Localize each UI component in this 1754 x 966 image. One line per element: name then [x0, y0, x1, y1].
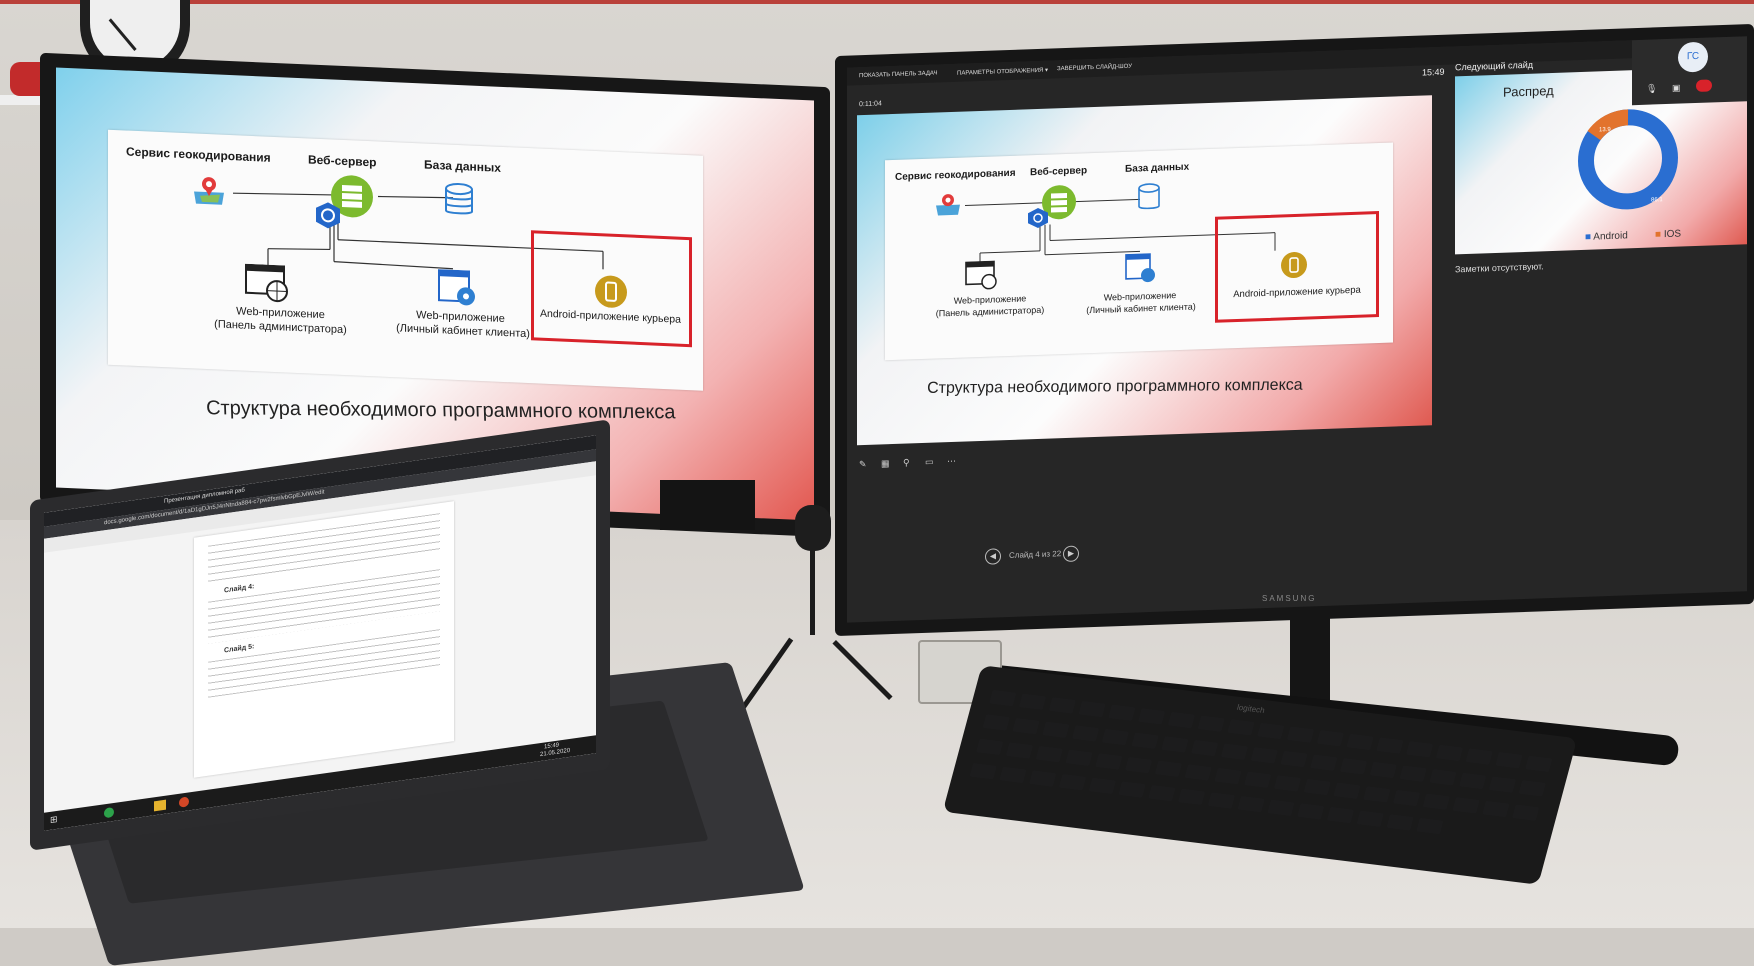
donut-chart: 13.9 86.1: [1578, 109, 1678, 210]
timer-readout: 0:11:04: [859, 100, 882, 109]
clock-readout: 15:49: [1422, 66, 1445, 78]
powerpoint-taskbar-icon[interactable]: [179, 796, 189, 808]
ios-value-label: 13.9: [1599, 127, 1611, 133]
end-show-button[interactable]: ЗАВЕРШИТЬ СЛАЙД-ШОУ: [1057, 64, 1132, 73]
more-options-icon[interactable]: ⋯: [947, 456, 956, 467]
zoom-icon[interactable]: ⚲: [903, 457, 910, 468]
caption-android: Android-приложение курьера: [539, 307, 681, 326]
current-slide: Сервис геокодирования Веб-сервер База да…: [857, 95, 1432, 446]
current-slide-diagram-panel: Сервис геокодирования Веб-сервер База да…: [885, 142, 1393, 361]
current-android-highlight-box: Android-приложение курьера: [1215, 211, 1379, 323]
doc-heading-slide-4: Слайд 4:: [224, 583, 255, 595]
current-admin-app-icon: [965, 260, 999, 296]
participant-avatar: ГС: [1678, 41, 1708, 73]
mute-icon[interactable]: 🎙: [1646, 83, 1657, 94]
current-caption-android: Android-приложение курьера: [1233, 284, 1361, 301]
web-server-gear-icon: [314, 201, 342, 235]
top-edge-strip: [0, 0, 1754, 4]
android-value-label: 86.1: [1651, 197, 1663, 203]
legend-ios: ■ IOS: [1655, 228, 1682, 241]
map-pin-icon: [192, 173, 226, 211]
admin-web-app-icon: [245, 263, 291, 309]
pen-tool-icon[interactable]: ✎: [859, 459, 867, 470]
doc-heading-slide-5: Слайд 5:: [224, 643, 255, 655]
previous-slide-icon[interactable]: ◀: [985, 548, 1001, 565]
slide-tools: ✎ ▦ ⚲ ▭ ⋯: [859, 455, 969, 473]
legend-ios-label: IOS: [1663, 228, 1682, 241]
screen-icon[interactable]: ▭: [925, 457, 934, 468]
android-app-highlight-box: Android-приложение курьера: [531, 230, 692, 348]
chrome-taskbar-icon[interactable]: [104, 806, 114, 819]
monitor-brand: SAMSUNG: [1262, 594, 1317, 603]
slide-diagram-panel: Сервис геокодирования Веб-сервер База да…: [108, 129, 703, 391]
next-slide-label: Следующий слайд: [1455, 59, 1534, 73]
start-icon[interactable]: ⊞: [50, 814, 58, 826]
laptop-screen: Презентация дипломной раб docs.google.co…: [44, 435, 596, 831]
presenter-view-screen: ПОКАЗАТЬ ПАНЕЛЬ ЗАДАЧ ПАРАМЕТРЫ ОТОБРАЖЕ…: [847, 36, 1747, 623]
next-slide-icon[interactable]: ▶: [1063, 545, 1079, 563]
microphone: [795, 505, 831, 551]
client-web-app-icon: [438, 269, 478, 314]
current-slide-title: Структура необходимого программного комп…: [926, 376, 1303, 397]
legend-android-label: Android: [1593, 230, 1628, 243]
camera-icon[interactable]: ▣: [1672, 83, 1681, 94]
legend-android: ■ Android: [1585, 230, 1628, 243]
current-map-pin-icon: [935, 192, 961, 222]
doc-text-block-3: [208, 629, 440, 698]
speaker-bar: [660, 480, 755, 530]
phone-icon: [594, 274, 628, 314]
slide-grid-icon[interactable]: ▦: [881, 458, 890, 469]
current-client-app-icon: [1125, 253, 1157, 291]
document-page: Слайд 4: Слайд 5:: [194, 501, 454, 778]
current-phone-icon: [1280, 251, 1308, 285]
keyboard-brand: logitech: [1235, 702, 1266, 715]
slide-counter: Слайд 4 из 22: [1009, 549, 1062, 560]
notes-text: Заметки отсутствуют.: [1455, 261, 1544, 275]
folder-taskbar-icon[interactable]: [154, 799, 166, 812]
microphone-stem: [810, 550, 815, 635]
hangup-icon[interactable]: [1696, 79, 1712, 92]
right-monitor: ПОКАЗАТЬ ПАНЕЛЬ ЗАДАЧ ПАРАМЕТРЫ ОТОБРАЖЕ…: [835, 23, 1754, 637]
participant-video: ГС 🎙 ▣: [1632, 36, 1747, 106]
database-icon: [444, 182, 474, 222]
next-slide-title: Распред: [1503, 82, 1554, 100]
display-settings-button[interactable]: ПАРАМЕТРЫ ОТОБРАЖЕНИЯ ▾: [957, 67, 1048, 77]
show-taskbar-button[interactable]: ПОКАЗАТЬ ПАНЕЛЬ ЗАДАЧ: [859, 70, 937, 79]
current-database-icon: [1137, 183, 1161, 217]
current-gear-icon: [1027, 207, 1049, 235]
